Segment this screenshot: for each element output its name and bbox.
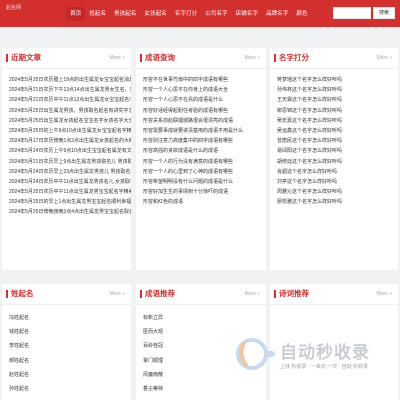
article-link[interactable]: 2024年5月17日农历傍晚1点2点出生属龙女孩起名的大概方... xyxy=(9,136,131,146)
idiom-query-link[interactable]: 形容不在世事竹扇中的四字成语有哪些 xyxy=(143,75,266,85)
nav-item-shop-names[interactable]: 店铺名字 xyxy=(232,7,262,21)
main-nav: 首页 姓起名 男孩起名 女孩起名 名字打分 公司名字 店铺名字 品牌名字 颜色 xyxy=(66,7,312,21)
name-score-link[interactable]: 孙伟林这个名字怎么样好听吗 xyxy=(277,85,398,95)
article-link[interactable]: 2024年5月25日的早上1点出生属龙男宝宝起名顺利幸福... xyxy=(9,197,131,207)
recent-articles-panel: 近期文章 More » 2024年5月25日农历腊上19点的出生属龙女宝宝起名消… xyxy=(2,48,131,270)
name-score-list: 蒋梦瑶这个名字怎么样好听吗 孙伟林这个名字怎么样好听吗 王天霖这个名字怎么样好听吗柳… xyxy=(270,69,398,207)
article-list: 2024年5月25日农历腊上19点的出生属龙女宝宝起名消息... 2024年5月2… xyxy=(2,69,131,218)
nav-item-girl-names[interactable]: 女孩起名 xyxy=(140,7,170,21)
article-link[interactable]: 2024年5月21日农历中午11点12点出生属龙女宝宝起名字精美... xyxy=(9,95,131,105)
idiom-query-link[interactable]: 形容好加生生的事情到十分惊吓的成语 xyxy=(143,187,266,197)
surname-link[interactable]: 李姓起名 xyxy=(9,339,131,353)
idiom-query-link[interactable]: 形容好话经得起耐住考验的成语有哪些 xyxy=(143,106,266,116)
idiom-query-link[interactable]: 形容一个人的心里到了心神的成语有哪些 xyxy=(143,167,266,177)
search-input[interactable] xyxy=(333,7,371,19)
watermark-subtext: 上线 秒收录 · 一来访 一次 · 自动 秒收录 xyxy=(280,364,369,370)
panel-header: 成语查询 More » xyxy=(136,48,266,69)
idiom-query-link[interactable]: 形容一个人的行为没有满意的成语有哪些 xyxy=(143,157,266,167)
nav-item-name-score[interactable]: 名字打分 xyxy=(171,7,201,21)
surname-link[interactable]: 孙姓起名 xyxy=(9,382,131,396)
search-button[interactable]: 搜索 xyxy=(373,7,395,19)
name-score-link[interactable]: 蒋梦瑶这个名字怎么样好听吗 xyxy=(277,75,398,85)
nav-item-brand-names[interactable]: 品牌名字 xyxy=(262,7,292,21)
article-link[interactable]: 2024年5月25日农历中午11点出生属龙男宝宝起名字精美... xyxy=(9,187,131,197)
idiom-query-panel: 成语查询 More » 形容不在世事竹扇中的四字成语有哪些 形容一个人心思不在你身… xyxy=(136,48,266,270)
idiom-query-list: 形容不在世事竹扇中的四字成语有哪些 形容一个人心思不在你身上的成语大全 形容一个人心… xyxy=(136,69,266,207)
surname-link[interactable]: 郝姓起名 xyxy=(9,354,131,368)
idiom-query-link[interactable]: 形容和红色的成语 xyxy=(143,197,266,207)
article-link[interactable]: 2024年5月25日农历腊上19点的出生属龙女宝宝起名消息... xyxy=(9,75,131,85)
surname-panel: 姓起名 More » 冯姓起名 钱姓起名 李姓起名 郝姓起名 赵姓起名 孙姓起名 xyxy=(2,284,131,400)
nav-item-home[interactable]: 首页 xyxy=(66,7,86,21)
article-link[interactable]: 2024年5月24日农历中午11点出生属龙男孩名儿 女孩取名... xyxy=(9,177,131,187)
panel-header: 近期文章 More » xyxy=(2,48,131,69)
surname-link[interactable]: 冯姓起名 xyxy=(9,311,131,325)
more-link[interactable]: More » xyxy=(376,55,392,61)
name-score-link[interactable]: 吴宏嘉这个名字怎么样好听吗 xyxy=(277,116,398,126)
panel-header: 成语推荐 More » xyxy=(136,284,266,305)
name-score-link[interactable]: 刘亭这个名字怎么样好听吗 xyxy=(277,177,398,187)
name-score-link[interactable]: 周雅沁这个名字怎么样好听吗 xyxy=(277,187,398,197)
panel-title: 姓起名 xyxy=(6,290,34,298)
name-score-link[interactable]: 王天霖这个名字怎么样好听吗 xyxy=(277,95,398,105)
idiom-link[interactable]: 标新立异 xyxy=(143,311,266,325)
panel-title: 成语推荐 xyxy=(140,290,175,298)
more-link[interactable]: More » xyxy=(109,55,125,61)
name-score-link[interactable]: 吴运鑫这个名字怎么样好听吗 xyxy=(277,126,398,136)
poem-recommend-list xyxy=(270,305,398,311)
article-link[interactable]: 2024年5月21日农历下午13点14点出生属龙男女生名，男孩取名... xyxy=(9,85,131,95)
idiom-query-link[interactable]: 形容高强的贪欲成语是什么的成语 xyxy=(143,146,266,156)
more-link[interactable]: More » xyxy=(109,291,125,297)
idiom-query-link[interactable]: 形容一个人心思不在焉的成语是什么 xyxy=(143,95,266,105)
panel-header: 诗词推荐 More » xyxy=(270,284,398,305)
article-link[interactable]: 2024年5月24日农历早上23点出生属龙男孩儿 男孩取名有起... xyxy=(9,167,131,177)
article-link[interactable]: 2024年5月24日农历上午9点10点出生宝宝起名属龙有文化的... xyxy=(9,146,131,156)
name-score-link[interactable]: 廖凯雅这个名字怎么样好听吗 xyxy=(277,197,398,207)
nav-item-surname[interactable]: 姓起名 xyxy=(85,7,110,21)
idiom-query-link[interactable]: 形容需要事成就要讲清楚用的成语不用是什么 xyxy=(143,126,266,136)
top-navigation-bar: 起名网 首页 姓起名 男孩起名 女孩起名 名字打分 公司名字 店铺名字 品牌名字… xyxy=(0,0,400,27)
name-score-link[interactable]: 胡修廷这个名字怎么样好听吗 xyxy=(277,157,398,167)
surname-link[interactable]: 钱姓起名 xyxy=(9,325,131,339)
more-link[interactable]: More » xyxy=(376,291,392,297)
article-link[interactable]: 2024年5月25日出生属龙女孩起名宝宝名字女孩名字大全... xyxy=(9,116,131,126)
more-link[interactable]: More » xyxy=(244,55,260,61)
surname-link[interactable]: 赵姓起名 xyxy=(9,368,131,382)
name-score-link[interactable]: 柳思锦这个名字怎么样好听吗 xyxy=(277,106,398,116)
panel-title: 诗词推荐 xyxy=(274,290,309,298)
panel-title: 名字打分 xyxy=(274,54,309,62)
article-link[interactable]: 2024年5月25日傍晚夜晚3点4点出生属龙男宝宝起名取名正不... xyxy=(9,207,131,217)
article-link[interactable]: 2024年5月25日的上午9点10点出生属龙女宝宝起名字精美... xyxy=(9,126,131,136)
idiom-link[interactable]: 香尘蒂荷 xyxy=(143,382,266,396)
watermark-logo-icon xyxy=(236,338,275,370)
watermark-text: 自动秒收录 xyxy=(280,343,370,362)
nav-item-company-names[interactable]: 公司名字 xyxy=(201,7,231,21)
panel-title: 近期文章 xyxy=(6,54,41,62)
idiom-query-link[interactable]: 形容一个人心思不在你身上的成语大全 xyxy=(143,85,266,95)
name-score-link[interactable]: 易邱阳这个名字怎么样好听吗 xyxy=(277,146,398,156)
name-score-link[interactable]: 曾唐民这个名字怎么样好听吗 xyxy=(277,136,398,146)
nav-item-boy-names[interactable]: 男孩起名 xyxy=(110,7,140,21)
watermark: 自动秒收录 上线 秒收录 · 一来访 一次 · 自动 秒收录 xyxy=(232,336,392,376)
article-link[interactable]: 2024年5月25日出生属龙男孩，男孩取名起名有讲究字怎么... xyxy=(9,106,131,116)
panel-header: 名字打分 More » xyxy=(270,48,398,69)
nav-item-colors[interactable]: 颜色 xyxy=(292,7,311,21)
surname-list: 冯姓起名 钱姓起名 李姓起名 郝姓起名 赵姓起名 孙姓起名 xyxy=(2,305,131,396)
panel-title: 成语查询 xyxy=(140,54,175,62)
article-link[interactable]: 2024年5月21日农历早上9点出生属龙男孩取名儿 男孩取名... xyxy=(9,157,131,167)
name-score-link[interactable]: 肖超这个名字怎么样好听吗 xyxy=(277,167,398,177)
name-score-panel: 名字打分 More » 蒋梦瑶这个名字怎么样好听吗 孙伟林这个名字怎么样好听吗 王天… xyxy=(270,48,398,270)
idiom-query-link[interactable]: 形容别注意力高度集中的四字成语有哪些 xyxy=(143,136,266,146)
more-link[interactable]: More » xyxy=(244,291,260,297)
panel-header: 姓起名 More » xyxy=(2,284,131,305)
idiom-query-link[interactable]: 形容希望明明没有什么问题的成语是什么 xyxy=(143,177,266,187)
idiom-query-link[interactable]: 形容关系前赵联姻城路很会很漂亮的成语 xyxy=(143,116,266,126)
site-logo[interactable]: 起名网 xyxy=(6,4,21,11)
